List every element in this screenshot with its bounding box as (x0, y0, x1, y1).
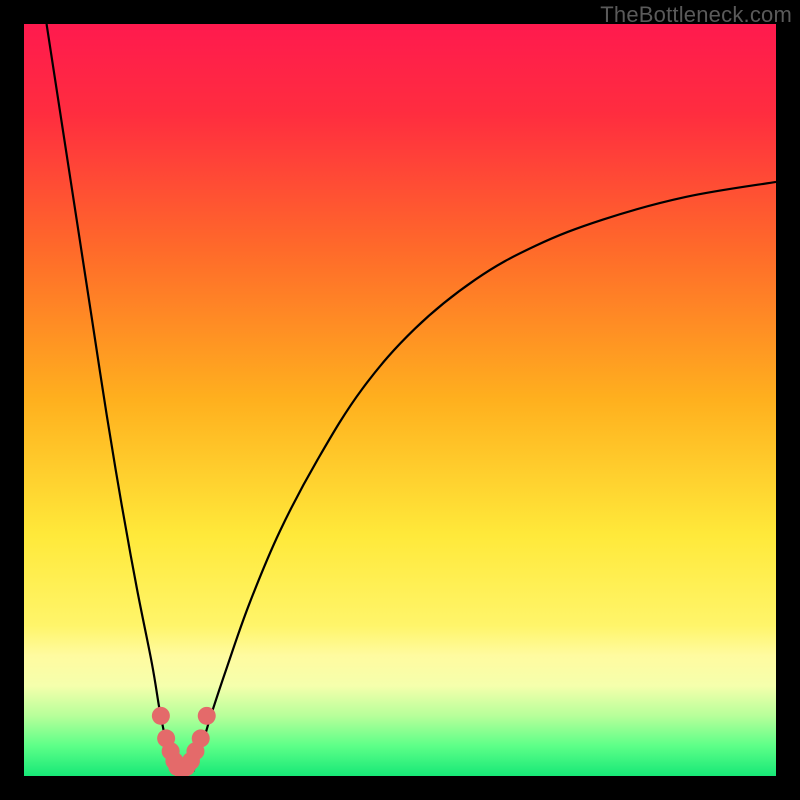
chart-frame: TheBottleneck.com (0, 0, 800, 800)
plot-svg (24, 24, 776, 776)
marker-dot (152, 707, 170, 725)
plot-background (24, 24, 776, 776)
marker-dot (198, 707, 216, 725)
plot-area (24, 24, 776, 776)
marker-dot (192, 729, 210, 747)
